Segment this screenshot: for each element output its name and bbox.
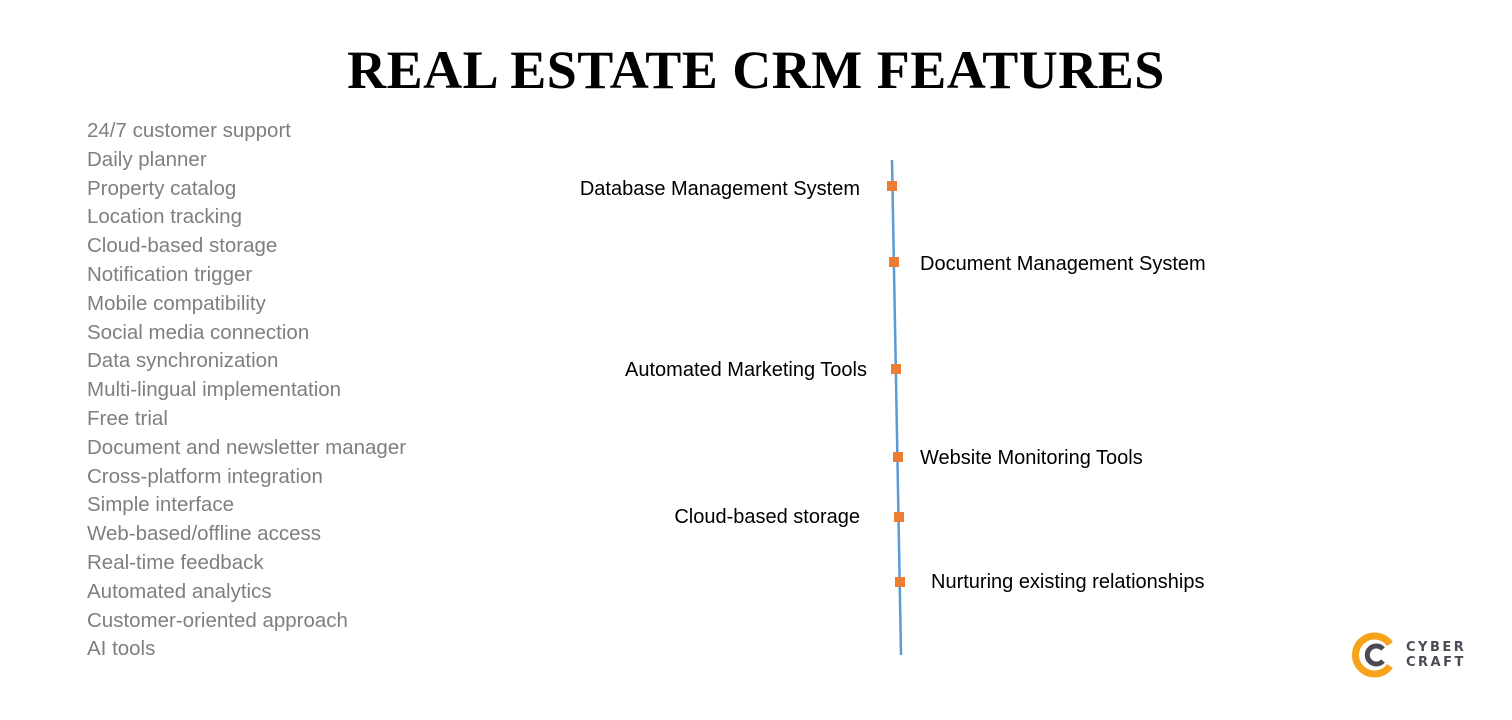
timeline-label: Website Monitoring Tools (920, 447, 1143, 469)
logo-text: CYBER CRAFT (1406, 640, 1466, 670)
logo-line1: CYBER (1406, 640, 1467, 655)
timeline-marker (893, 452, 903, 462)
timeline: Database Management System Document Mana… (0, 0, 1512, 720)
timeline-marker (887, 181, 897, 191)
timeline-label: Automated Marketing Tools (625, 359, 867, 381)
timeline-label: Nurturing existing relationships (931, 571, 1205, 593)
timeline-label: Database Management System (579, 178, 860, 200)
timeline-marker (891, 364, 901, 374)
cybercraft-logo: CYBER CRAFT (1352, 632, 1466, 678)
logo-line2: CRAFT (1406, 655, 1466, 670)
timeline-marker (895, 577, 905, 587)
timeline-marker (889, 257, 899, 267)
timeline-label: Document Management System (920, 253, 1206, 275)
timeline-label: Cloud-based storage (674, 506, 860, 528)
timeline-marker (894, 512, 904, 522)
cybercraft-c-icon (1352, 632, 1393, 678)
